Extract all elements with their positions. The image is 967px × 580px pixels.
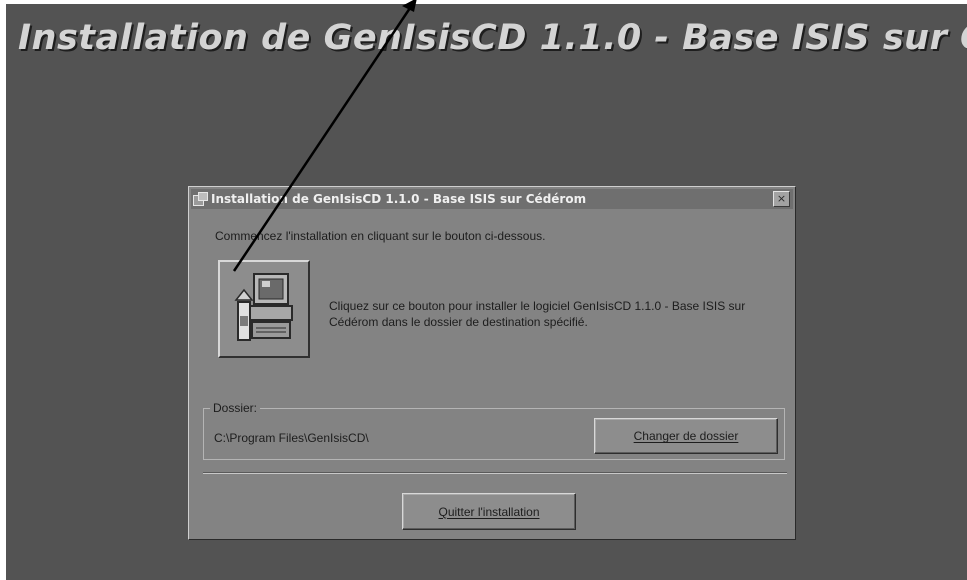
close-icon: × xyxy=(776,192,787,205)
instruction-text: Commencez l'installation en cliquant sur… xyxy=(215,229,546,243)
folder-legend: Dossier: xyxy=(210,401,261,415)
install-button[interactable] xyxy=(218,260,310,358)
setup-banner-title: Installation de GenIsisCD 1.1.0 - Base I… xyxy=(18,18,967,58)
setup-icon xyxy=(193,192,208,206)
dialog-title: Installation de GenIsisCD 1.1.0 - Base I… xyxy=(211,192,587,206)
computer-setup-icon xyxy=(234,273,293,341)
separator-line xyxy=(203,472,787,474)
close-button[interactable]: × xyxy=(773,191,790,207)
folder-path: C:\Program Files\GenIsisCD\ xyxy=(214,431,369,445)
install-description: Cliquez sur ce bouton pour installer le … xyxy=(329,299,746,329)
desktop-background: Installation de GenIsisCD 1.1.0 - Base I… xyxy=(6,4,967,580)
quit-install-button[interactable]: Quitter l'installation xyxy=(402,493,576,530)
change-folder-button[interactable]: Changer de dossier xyxy=(594,418,778,454)
install-dialog: Installation de GenIsisCD 1.1.0 - Base I… xyxy=(188,186,796,540)
dialog-titlebar[interactable]: Installation de GenIsisCD 1.1.0 - Base I… xyxy=(191,189,793,209)
